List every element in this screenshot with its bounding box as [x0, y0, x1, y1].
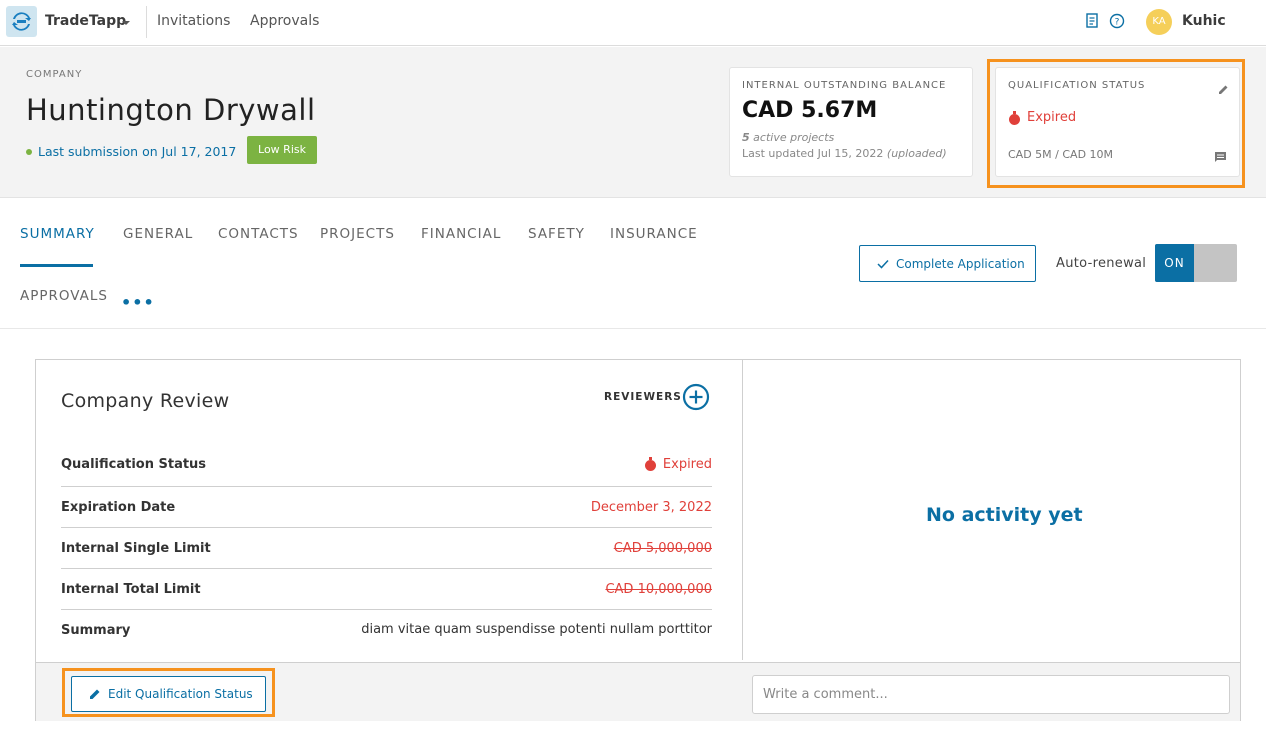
tab-approvals[interactable]: APPROVALS	[20, 288, 108, 304]
row-label: Qualification Status	[61, 457, 207, 472]
tab-general[interactable]: GENERAL	[123, 226, 193, 242]
add-reviewer-icon[interactable]	[682, 383, 710, 411]
review-row-single-limit: Internal Single Limit CAD 5,000,000	[61, 528, 712, 569]
row-label: Summary	[61, 623, 131, 638]
nav-divider	[146, 6, 147, 38]
edit-button-highlight-frame	[62, 668, 275, 717]
company-label: COMPANY	[26, 69, 83, 80]
row-label: Internal Total Limit	[61, 582, 201, 597]
check-icon	[877, 259, 889, 269]
qualification-highlight-frame	[987, 59, 1245, 188]
auto-renewal-label: Auto-renewal	[1056, 256, 1147, 271]
stopwatch-icon	[645, 457, 656, 471]
row-label: Internal Single Limit	[61, 541, 211, 556]
company-header: COMPANY Huntington Drywall Last submissi…	[0, 47, 1266, 198]
row-value: diam vitae quam suspendisse potenti null…	[361, 622, 712, 637]
tradetapp-logo-icon[interactable]	[6, 6, 37, 37]
row-value: Expired	[662, 457, 712, 472]
tab-summary[interactable]: SUMMARY	[20, 226, 95, 242]
active-projects: 5 active projects	[742, 131, 834, 144]
balance-value: CAD 5.67M	[742, 98, 878, 123]
complete-application-label: Complete Application	[896, 257, 1025, 271]
active-tab-indicator	[20, 264, 93, 267]
top-nav: TradeTapp Invitations Approvals ? KA Kuh…	[0, 0, 1266, 46]
outstanding-balance-card: INTERNAL OUTSTANDING BALANCE CAD 5.67M 5…	[729, 67, 973, 177]
page-title: Huntington Drywall	[26, 93, 316, 127]
tabs-divider	[0, 328, 1266, 329]
tab-projects[interactable]: PROJECTS	[320, 226, 395, 242]
review-row-summary: Summary diam vitae quam suspendisse pote…	[61, 610, 712, 651]
no-activity-text: No activity yet	[926, 504, 1083, 526]
active-projects-count: 5	[742, 131, 750, 144]
last-submission-link[interactable]: Last submission on Jul 17, 2017	[38, 144, 236, 159]
comment-input[interactable]	[752, 675, 1230, 714]
document-icon[interactable]	[1085, 13, 1101, 29]
review-title: Company Review	[61, 390, 230, 412]
review-row-qualification-status: Qualification Status Expired	[61, 446, 712, 487]
last-updated-text: Last updated Jul 15, 2022	[742, 147, 884, 160]
svg-text:?: ?	[1115, 18, 1120, 28]
row-value: CAD 10,000,000	[605, 582, 712, 597]
avatar[interactable]: KA	[1146, 9, 1172, 35]
auto-renewal-toggle[interactable]: ON	[1155, 244, 1237, 282]
status-dot-icon	[26, 149, 32, 155]
active-projects-text: active projects	[753, 131, 835, 144]
row-label: Expiration Date	[61, 500, 176, 515]
nav-link-invitations[interactable]: Invitations	[157, 13, 230, 29]
reviewers-label: REVIEWERS	[604, 391, 682, 403]
row-value: CAD 5,000,000	[613, 541, 712, 556]
last-updated-note: (uploaded)	[886, 147, 947, 160]
more-tabs-icon[interactable]: •••	[121, 293, 155, 312]
user-name[interactable]: Kuhic	[1182, 13, 1226, 29]
balance-label: INTERNAL OUTSTANDING BALANCE	[742, 80, 947, 91]
tab-insurance[interactable]: INSURANCE	[610, 226, 698, 242]
complete-application-button[interactable]: Complete Application	[859, 245, 1036, 282]
review-row-total-limit: Internal Total Limit CAD 10,000,000	[61, 569, 712, 610]
help-icon[interactable]: ?	[1109, 13, 1125, 29]
risk-badge: Low Risk	[247, 136, 317, 164]
chevron-down-icon[interactable]	[122, 21, 130, 25]
tab-contacts[interactable]: CONTACTS	[218, 226, 299, 242]
tab-safety[interactable]: SAFETY	[528, 226, 585, 242]
review-row-expiration-date: Expiration Date December 3, 2022	[61, 487, 712, 528]
tab-financial[interactable]: FINANCIAL	[421, 226, 501, 242]
toggle-on-label: ON	[1155, 244, 1194, 282]
app-switcher-label[interactable]: TradeTapp	[45, 13, 126, 29]
last-updated: Last updated Jul 15, 2022 (uploaded)	[742, 147, 947, 160]
company-review-panel: Company Review REVIEWERS Qualification S…	[35, 359, 1241, 721]
row-value: December 3, 2022	[590, 500, 712, 515]
nav-link-approvals[interactable]: Approvals	[250, 13, 319, 29]
column-divider	[742, 360, 743, 660]
